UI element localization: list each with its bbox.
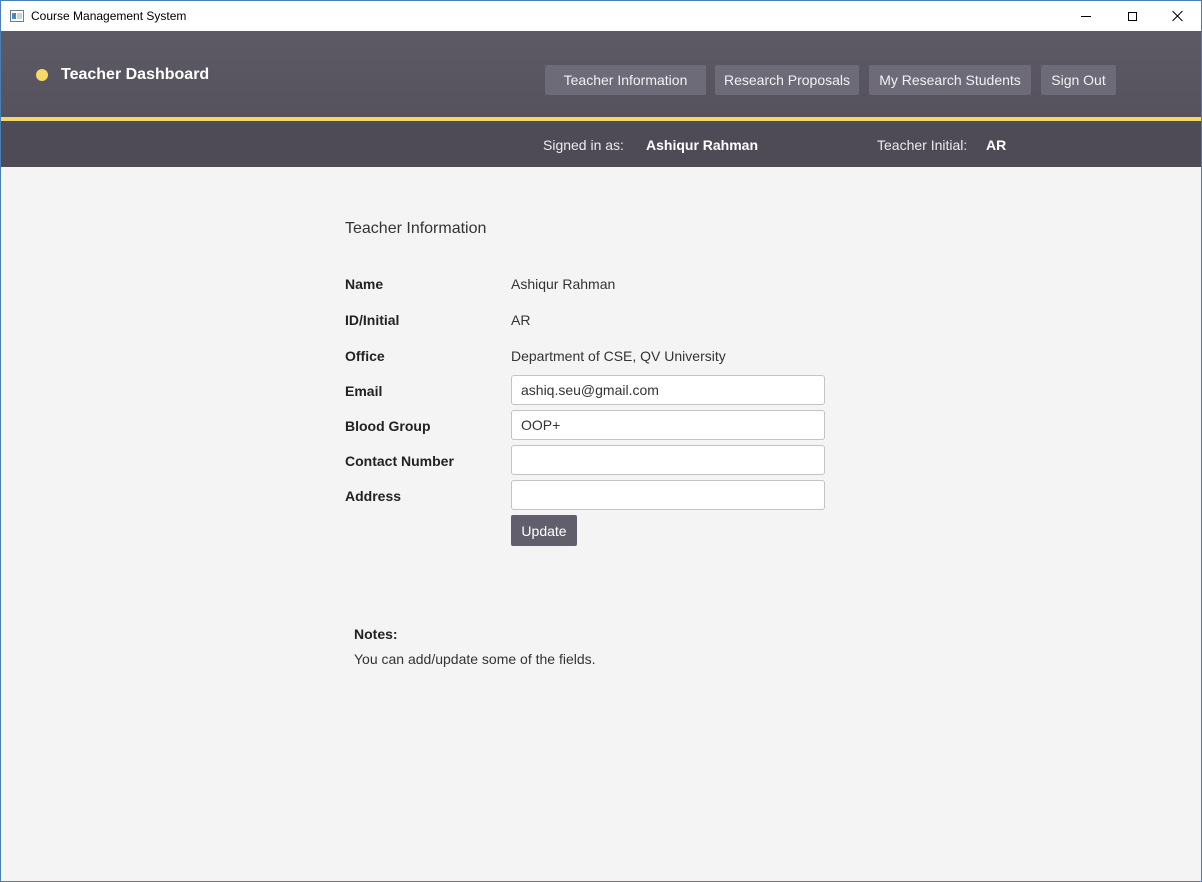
name-value: Ashiqur Rahman	[511, 276, 616, 292]
update-button[interactable]: Update	[511, 515, 577, 546]
minimize-icon	[1081, 15, 1091, 17]
office-value: Department of CSE, QV University	[511, 348, 726, 364]
close-icon	[1172, 10, 1184, 22]
contact-number-label: Contact Number	[345, 453, 454, 469]
contact-number-field[interactable]	[511, 445, 825, 475]
window-title: Course Management System	[31, 9, 187, 23]
id-initial-value: AR	[511, 312, 531, 328]
address-label: Address	[345, 488, 402, 504]
name-label: Name	[345, 276, 384, 292]
address-field[interactable]	[511, 480, 825, 510]
section-title: Teacher Information	[345, 220, 487, 237]
email-label: Email	[345, 383, 383, 399]
notes-title: Notes:	[354, 626, 398, 642]
maximize-icon	[1127, 11, 1137, 21]
id-initial-label: ID/Initial	[345, 312, 400, 328]
app-icon	[10, 10, 24, 22]
minimize-button[interactable]	[1063, 1, 1109, 31]
nav-research-proposals-button[interactable]: Research Proposals	[715, 65, 859, 95]
nav-teacher-information-button[interactable]: Teacher Information	[545, 65, 706, 95]
office-label: Office	[345, 348, 385, 364]
window-controls	[1063, 1, 1201, 31]
signed-in-label: Signed in as:	[543, 137, 624, 153]
maximize-button[interactable]	[1109, 1, 1155, 31]
blood-group-label: Blood Group	[345, 418, 431, 434]
sign-out-button[interactable]: Sign Out	[1041, 65, 1116, 95]
dashboard-title: Teacher Dashboard	[61, 66, 210, 83]
blood-group-field[interactable]	[511, 410, 825, 440]
teacher-initial-value: AR	[986, 137, 1007, 153]
close-button[interactable]	[1155, 1, 1201, 31]
signed-in-user: Ashiqur Rahman	[646, 137, 759, 153]
notes-text: You can add/update some of the fields.	[354, 651, 596, 667]
status-dot-icon	[36, 69, 48, 81]
app-window: Course Management System Teacher Dashboa…	[0, 0, 1202, 882]
nav-my-research-students-button[interactable]: My Research Students	[869, 65, 1031, 95]
email-field[interactable]	[511, 375, 825, 405]
title-bar[interactable]: Course Management System	[1, 1, 1201, 31]
teacher-initial-label: Teacher Initial:	[877, 137, 968, 153]
dashboard-header: Teacher Dashboard Teacher Information Re…	[1, 31, 1201, 117]
user-info-bar: Signed in as: Ashiqur Rahman Teacher Ini…	[1, 121, 1201, 167]
